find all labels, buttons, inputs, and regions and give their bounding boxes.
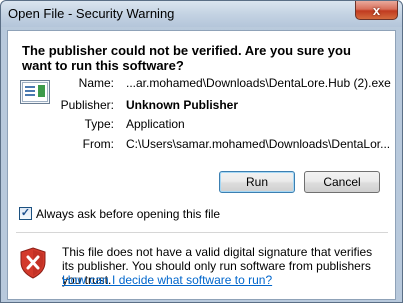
headline: The publisher could not be verified. Are… bbox=[22, 43, 351, 73]
from-label: From: bbox=[82, 137, 114, 151]
dialog-body: The publisher could not be verified. Are… bbox=[7, 30, 396, 300]
security-warning-dialog: Open File - Security Warning x The publi… bbox=[0, 0, 403, 303]
window-title: Open File - Security Warning bbox=[8, 6, 175, 21]
title-bar[interactable]: Open File - Security Warning x bbox=[1, 1, 402, 27]
shield-error-icon bbox=[20, 247, 46, 279]
always-ask-label[interactable]: Always ask before opening this file bbox=[36, 207, 220, 221]
type-value: Application bbox=[126, 117, 185, 131]
divider-highlight bbox=[16, 233, 388, 234]
application-file-icon bbox=[20, 80, 50, 104]
run-button[interactable]: Run bbox=[219, 171, 295, 193]
name-label: Name: bbox=[78, 76, 114, 90]
close-button[interactable]: x bbox=[355, 1, 398, 20]
publisher-label: Publisher: bbox=[60, 98, 114, 112]
from-value: C:\Users\samar.mohamed\Downloads\DentaLo… bbox=[126, 137, 391, 151]
publisher-value: Unknown Publisher bbox=[126, 98, 239, 112]
always-ask-checkbox[interactable]: ✓ bbox=[19, 207, 32, 220]
cancel-button[interactable]: Cancel bbox=[304, 171, 380, 193]
checkmark-icon: ✓ bbox=[20, 207, 31, 219]
type-label: Type: bbox=[84, 117, 114, 131]
close-icon: x bbox=[372, 3, 381, 18]
help-link[interactable]: How can I decide what software to run? bbox=[62, 273, 272, 287]
name-value: ...ar.mohamed\Downloads\DentaLore.Hub (2… bbox=[126, 76, 391, 90]
